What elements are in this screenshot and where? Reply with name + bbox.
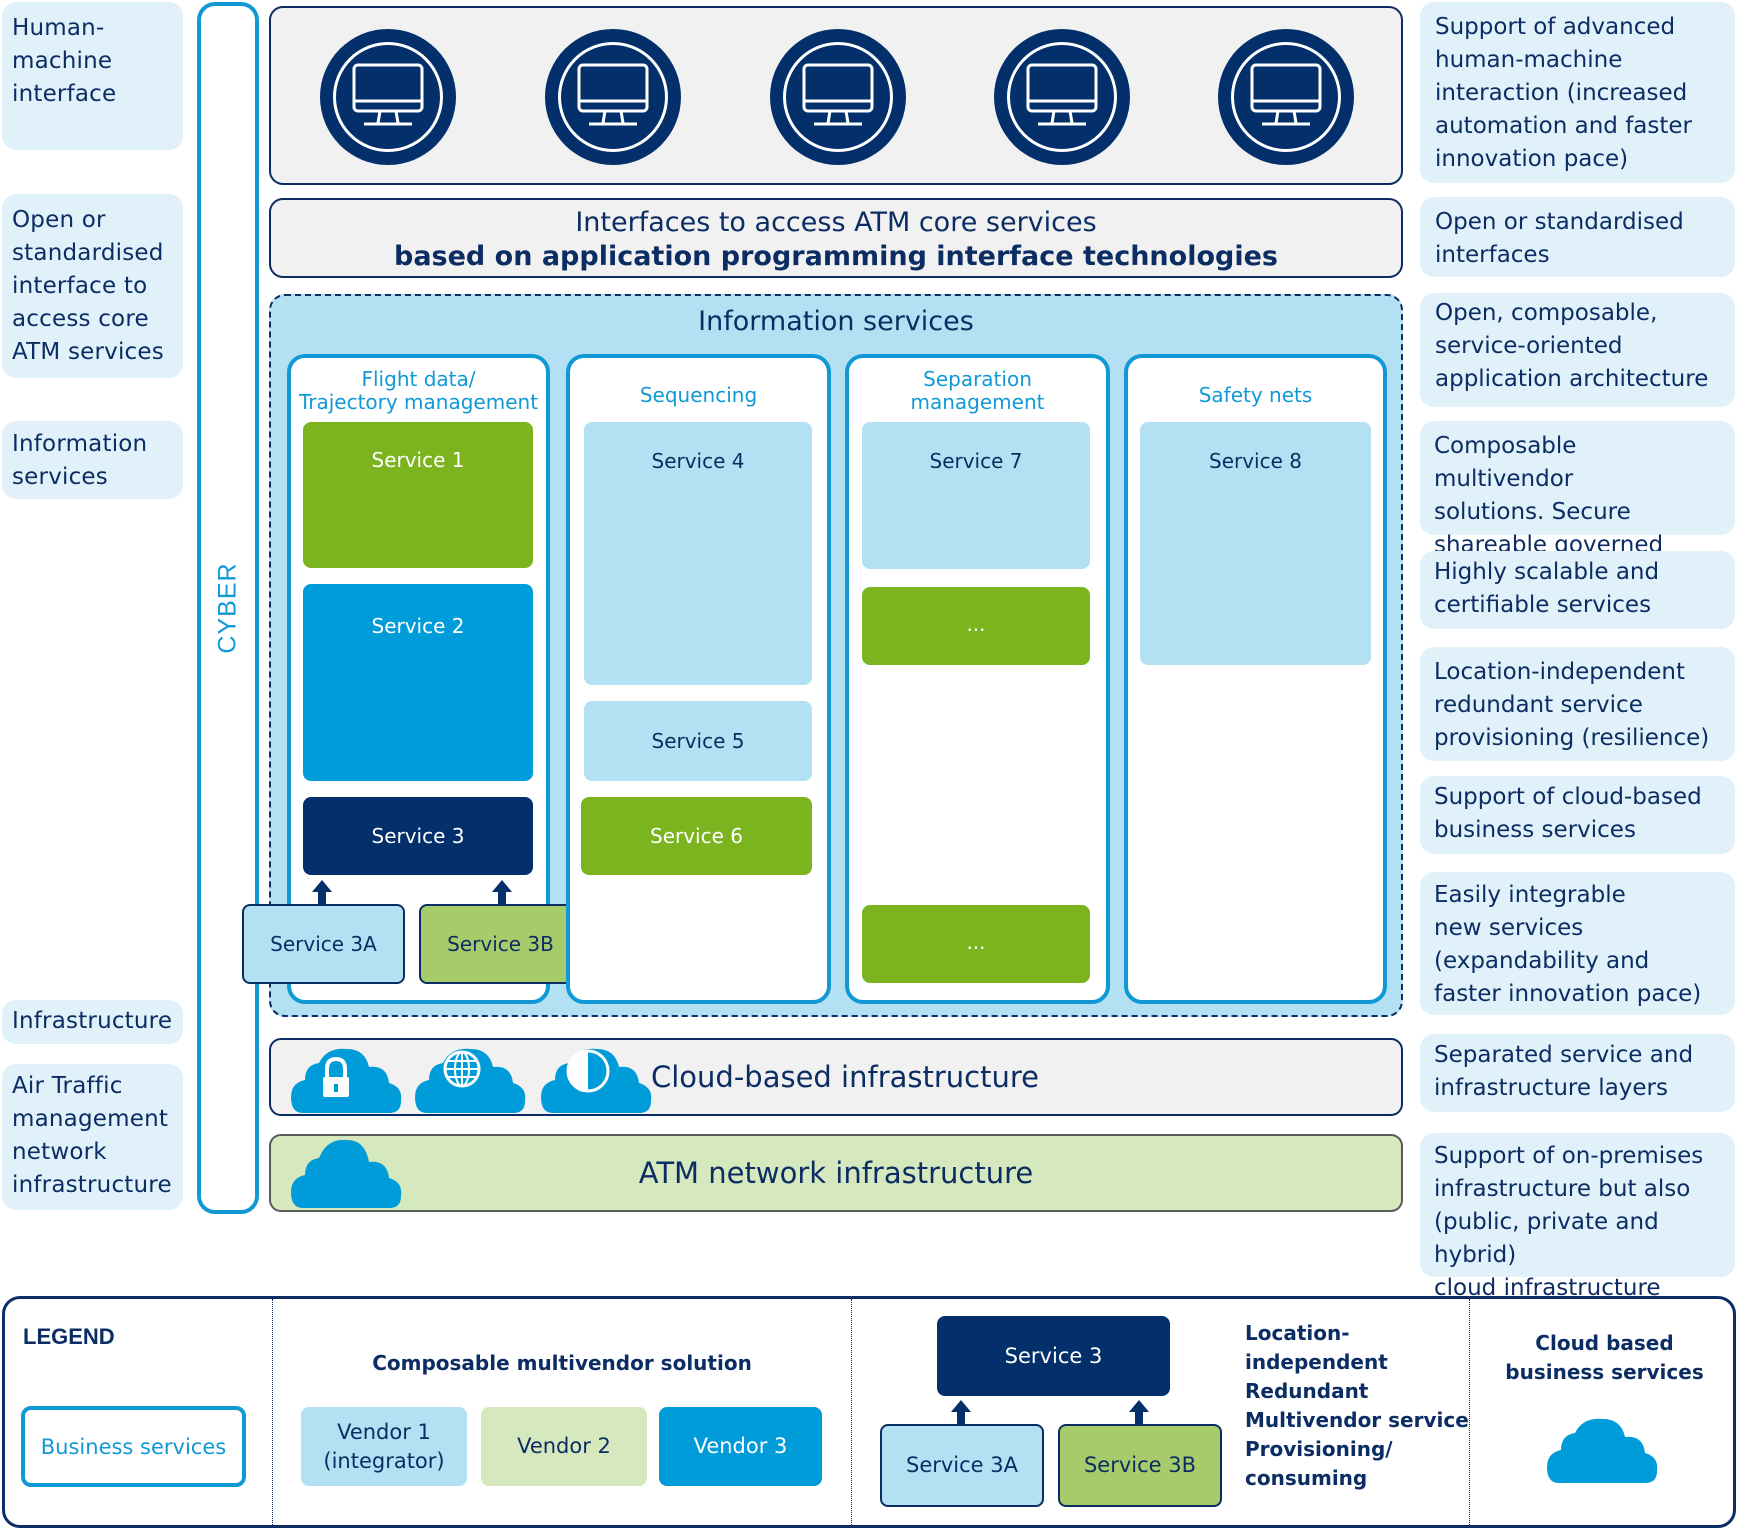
- legend-vendor-label: Vendor 3: [693, 1434, 788, 1458]
- cyber-label: CYBER: [213, 562, 242, 654]
- arrow-up-icon: [1129, 1400, 1149, 1425]
- right-label: Easily integrable new services (expandab…: [1420, 872, 1735, 1015]
- service-label: Service 2: [371, 614, 465, 638]
- right-label: Location-independent redundant service p…: [1420, 647, 1735, 761]
- legend-vendor-label: Vendor 1 (integrator): [323, 1419, 445, 1473]
- right-label: Support of cloud-based business services: [1420, 776, 1735, 854]
- service-label: Service 8: [1209, 449, 1302, 473]
- column-title: Separation management: [910, 367, 1045, 414]
- service-box[interactable]: Service 4: [584, 422, 812, 685]
- hmi-panel: [269, 6, 1403, 185]
- service-label: Service 5: [651, 729, 745, 753]
- service-label: Service 7: [929, 449, 1023, 473]
- left-label-interface: Open or standardised interface to access…: [2, 194, 183, 378]
- monitor-icon: [320, 29, 456, 165]
- service-label: Service 4: [651, 449, 745, 473]
- left-label-infrastructure: Infrastructure: [2, 1000, 183, 1044]
- arrow-up-icon: [492, 880, 512, 905]
- service-label: Service 3A: [270, 932, 377, 956]
- service-label: ...: [966, 930, 986, 954]
- service-box[interactable]: Service 7: [862, 422, 1090, 569]
- legend-cloud-title: Cloud based business services: [1505, 1331, 1704, 1384]
- cloud-contrast-icon: [541, 1048, 652, 1113]
- interfaces-subtitle: based on application programming interfa…: [394, 241, 1278, 272]
- legend-service-3: Service 3: [937, 1316, 1170, 1396]
- right-label: Support of advanced human-machine intera…: [1420, 2, 1735, 183]
- legend-vendor-3: Vendor 3: [659, 1407, 822, 1486]
- legend-business-services-label: Business services: [40, 1434, 227, 1459]
- monitor-icon: [770, 29, 906, 165]
- service-box[interactable]: ...: [862, 905, 1090, 983]
- information-services-title: Information services: [698, 306, 974, 337]
- monitor-icon: [1218, 29, 1354, 165]
- interfaces-title: Interfaces to access ATM core services: [575, 207, 1097, 238]
- left-label-hmi: Human- machine interface: [2, 2, 183, 150]
- cloud-lock-icon: [291, 1048, 402, 1113]
- column-title: Safety nets: [1198, 383, 1313, 407]
- service-label: Service 3B: [447, 932, 554, 956]
- cloud-icon: [1547, 1418, 1658, 1483]
- column-title: Flight data/ Trajectory management: [298, 367, 539, 414]
- legend-service-3a: Service 3A: [880, 1424, 1044, 1507]
- monitor-icon: [545, 29, 681, 165]
- legend-title: LEGEND: [23, 1324, 115, 1349]
- service-box[interactable]: Service 5: [584, 701, 812, 781]
- legend-panel: LEGEND Business services Composable mult…: [2, 1296, 1736, 1528]
- legend-business-services: Business services: [21, 1406, 246, 1487]
- service-box[interactable]: Service 6: [581, 797, 812, 875]
- right-label: Composable multivendor solutions. Secure…: [1420, 421, 1735, 591]
- legend-composable-title: Composable multivendor solution: [372, 1351, 752, 1375]
- cyber-bar: CYBER: [197, 2, 259, 1214]
- right-label: Separated service and infrastructure lay…: [1420, 1034, 1735, 1112]
- service-box[interactable]: Service 1: [303, 422, 533, 568]
- service-box[interactable]: Service 2: [303, 584, 533, 781]
- cloud-globe-icon: [415, 1048, 526, 1113]
- atm-network-label: ATM network infrastructure: [638, 1156, 1034, 1190]
- legend-vendor-2: Vendor 2: [481, 1407, 647, 1486]
- arrow-up-icon: [312, 880, 332, 905]
- legend-vendor-label: Vendor 2: [517, 1434, 611, 1458]
- service-label: Service 3: [371, 824, 465, 848]
- service-box-3a[interactable]: Service 3A: [242, 904, 405, 984]
- legend-service-label: Service 3A: [905, 1453, 1018, 1477]
- right-label: Open or standardised interfaces: [1420, 197, 1735, 277]
- legend-redundant-description: Location- independent Redundant Multiven…: [1245, 1321, 1469, 1490]
- interfaces-panel: Interfaces to access ATM core services b…: [269, 198, 1403, 278]
- cloud-infrastructure-bar: Cloud-based infrastructure: [269, 1038, 1403, 1116]
- service-box-3b[interactable]: Service 3B: [419, 904, 582, 984]
- service-label: Service 1: [371, 448, 465, 472]
- cloud-infrastructure-label: Cloud-based infrastructure: [651, 1060, 1040, 1094]
- arrow-up-icon: [951, 1400, 971, 1425]
- right-label: Open, composable, service-oriented appli…: [1420, 293, 1735, 407]
- service-label: Service 6: [650, 824, 743, 848]
- monitor-icon: [994, 29, 1130, 165]
- column-title: Sequencing: [639, 383, 758, 407]
- atm-network-bar: ATM network infrastructure: [269, 1134, 1403, 1212]
- legend-vendor-1: Vendor 1 (integrator): [301, 1407, 467, 1486]
- service-label: ...: [966, 612, 986, 636]
- service-box[interactable]: ...: [862, 587, 1090, 665]
- right-label: Support of on-premises infrastructure bu…: [1420, 1133, 1735, 1301]
- legend-service-label: Service 3B: [1083, 1453, 1197, 1477]
- legend-service-label: Service 3: [1004, 1343, 1103, 1368]
- service-box[interactable]: Service 3: [303, 797, 533, 875]
- right-label: Highly scalable and certifiable services: [1420, 551, 1735, 629]
- left-label-atm-network: Air Traffic management network infrastru…: [2, 1064, 183, 1210]
- left-label-information-services: Information services: [2, 421, 183, 499]
- legend-service-3b: Service 3B: [1058, 1424, 1222, 1507]
- service-box[interactable]: Service 8: [1140, 422, 1371, 665]
